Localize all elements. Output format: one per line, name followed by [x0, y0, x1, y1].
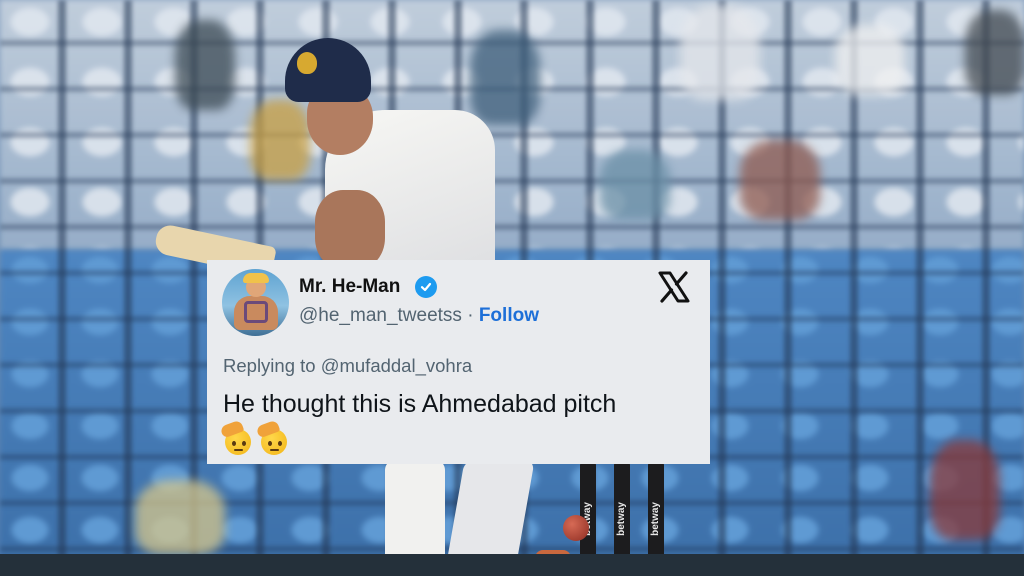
spectator [835, 25, 905, 95]
spectator [930, 440, 1000, 540]
spectator [175, 20, 235, 110]
batter-arm [315, 190, 385, 270]
cricket-ball [563, 515, 589, 541]
helmet-crest-icon [297, 52, 317, 74]
replying-to-text[interactable]: Replying to @mufaddal_vohra [223, 355, 472, 377]
spectator [965, 10, 1024, 95]
saluting-face-icon [219, 419, 255, 455]
spectator [680, 5, 760, 100]
handle-row: @he_man_tweetss · Follow [299, 305, 539, 327]
spectator [740, 140, 820, 220]
x-logo-icon[interactable] [657, 270, 691, 304]
tweet-card: Mr. He-Man @he_man_tweetss · Follow Repl… [207, 260, 710, 464]
emoji-row [219, 419, 291, 455]
verified-badge-icon [415, 276, 437, 298]
ground-strip [0, 554, 1024, 576]
avatar-harness [244, 301, 268, 323]
spectator [600, 150, 670, 220]
avatar-figure-hair [243, 273, 269, 283]
saluting-face-icon [255, 419, 291, 455]
display-name[interactable]: Mr. He-Man [299, 276, 400, 298]
follow-button[interactable]: Follow [479, 305, 539, 326]
spectator [135, 480, 225, 555]
user-handle[interactable]: @he_man_tweetss [299, 305, 462, 326]
avatar[interactable] [222, 269, 289, 336]
separator-dot: · [467, 305, 474, 326]
batter-helmet [285, 38, 371, 102]
tweet-body: He thought this is Ahmedabad pitch [223, 390, 617, 418]
